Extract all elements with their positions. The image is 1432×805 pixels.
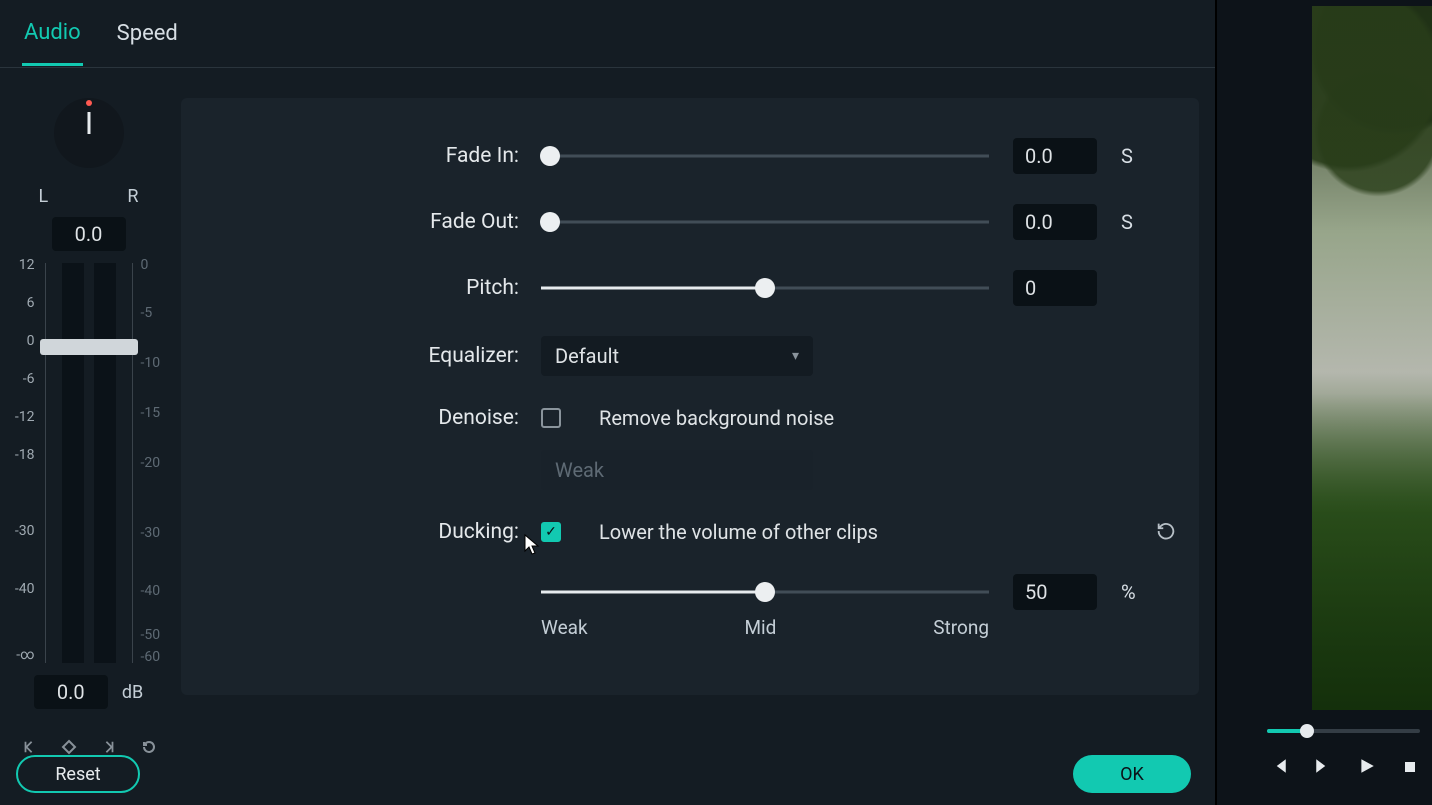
volume-column: L R 0.0 12 6 0 -6 -12 -18 -30 -40 -∞ <box>0 68 177 805</box>
pitch-slider[interactable] <box>541 274 989 302</box>
ducking-mark-weak: Weak <box>541 616 588 639</box>
equalizer-label: Equalizer: <box>181 344 541 368</box>
dialog-buttons: Reset OK <box>16 755 1191 793</box>
tab-audio[interactable]: Audio <box>22 2 83 66</box>
preview-transport <box>1217 756 1432 780</box>
fade-in-row: Fade In: 0.0 S <box>181 138 1145 174</box>
pan-r-label: R <box>127 186 138 207</box>
ducking-unit: % <box>1121 580 1145 604</box>
pan-knob[interactable] <box>54 98 124 168</box>
fade-out-row: Fade Out: 0.0 S <box>181 204 1145 240</box>
audio-settings-panel: Audio Speed L R 0.0 12 6 0 -6 -12 -18 -3… <box>0 0 1215 805</box>
ducking-amount-row: 50 % <box>181 574 1145 610</box>
denoise-strength-select: Weak <box>541 450 813 490</box>
preview-panel <box>1215 0 1432 805</box>
db-unit: dB <box>122 682 143 703</box>
db-value[interactable]: 0.0 <box>34 675 108 709</box>
ducking-row: Ducking: Lower the volume of other clips <box>181 520 1145 544</box>
equalizer-select[interactable]: Default ▾ <box>541 336 813 376</box>
denoise-strength-value: Weak <box>555 458 604 482</box>
prev-keyframe-icon[interactable] <box>19 737 39 757</box>
fade-in-unit: S <box>1121 144 1145 168</box>
undo-keyframe-icon[interactable] <box>139 737 159 757</box>
fade-out-value[interactable]: 0.0 <box>1013 204 1097 240</box>
stop-icon[interactable] <box>1402 756 1418 780</box>
pitch-label: Pitch: <box>181 276 541 300</box>
volume-meter[interactable] <box>45 263 133 663</box>
ok-button[interactable]: OK <box>1073 755 1191 793</box>
pan-lr-labels: L R <box>39 186 139 207</box>
meter-ticks-right: 0 -5 -10 -15 -20 -30 -40 -50 -60 <box>133 263 171 663</box>
ducking-value[interactable]: 50 <box>1013 574 1097 610</box>
preview-thumbnail <box>1312 6 1432 710</box>
ducking-mark-strong: Strong <box>933 616 989 639</box>
fade-out-unit: S <box>1121 210 1145 234</box>
step-back-icon[interactable] <box>1270 756 1288 780</box>
tab-speed[interactable]: Speed <box>115 3 180 64</box>
reset-button[interactable]: Reset <box>16 755 140 793</box>
tab-bar: Audio Speed <box>0 0 1215 68</box>
pitch-value[interactable]: 0 <box>1013 270 1097 306</box>
fade-out-slider[interactable] <box>541 208 989 236</box>
equalizer-selected: Default <box>555 344 619 368</box>
ducking-reset-icon[interactable] <box>1155 520 1179 544</box>
denoise-strength-row: Weak <box>181 450 1145 490</box>
settings-form: Fade In: 0.0 S Fade Out: 0.0 S <box>181 98 1199 695</box>
meter-ticks-left: 12 6 0 -6 -12 -18 -30 -40 -∞ <box>7 263 45 663</box>
denoise-checkbox[interactable] <box>541 408 561 428</box>
ducking-slider[interactable] <box>541 578 989 606</box>
fade-in-value[interactable]: 0.0 <box>1013 138 1097 174</box>
keyframe-controls <box>19 737 159 757</box>
ducking-cb-label: Lower the volume of other clips <box>599 520 878 544</box>
fade-in-label: Fade In: <box>181 144 541 168</box>
pitch-row: Pitch: 0 <box>181 270 1145 306</box>
equalizer-row: Equalizer: Default ▾ <box>181 336 1145 376</box>
volume-thumb[interactable] <box>40 339 138 355</box>
preview-progress-slider[interactable] <box>1267 728 1420 734</box>
play-icon[interactable] <box>1358 756 1376 780</box>
fade-out-label: Fade Out: <box>181 210 541 234</box>
fade-in-slider[interactable] <box>541 142 989 170</box>
denoise-cb-label: Remove background noise <box>599 406 834 430</box>
pan-value[interactable]: 0.0 <box>52 217 126 251</box>
chevron-down-icon: ▾ <box>792 348 799 364</box>
denoise-row: Denoise: Remove background noise <box>181 406 1145 430</box>
denoise-label: Denoise: <box>181 406 541 430</box>
next-keyframe-icon[interactable] <box>99 737 119 757</box>
ducking-label: Ducking: <box>181 520 541 544</box>
ducking-checkbox[interactable] <box>541 522 561 542</box>
ducking-mark-mid: Mid <box>744 616 776 639</box>
step-forward-icon[interactable] <box>1314 756 1332 780</box>
pan-l-label: L <box>39 186 49 207</box>
add-keyframe-icon[interactable] <box>59 737 79 757</box>
